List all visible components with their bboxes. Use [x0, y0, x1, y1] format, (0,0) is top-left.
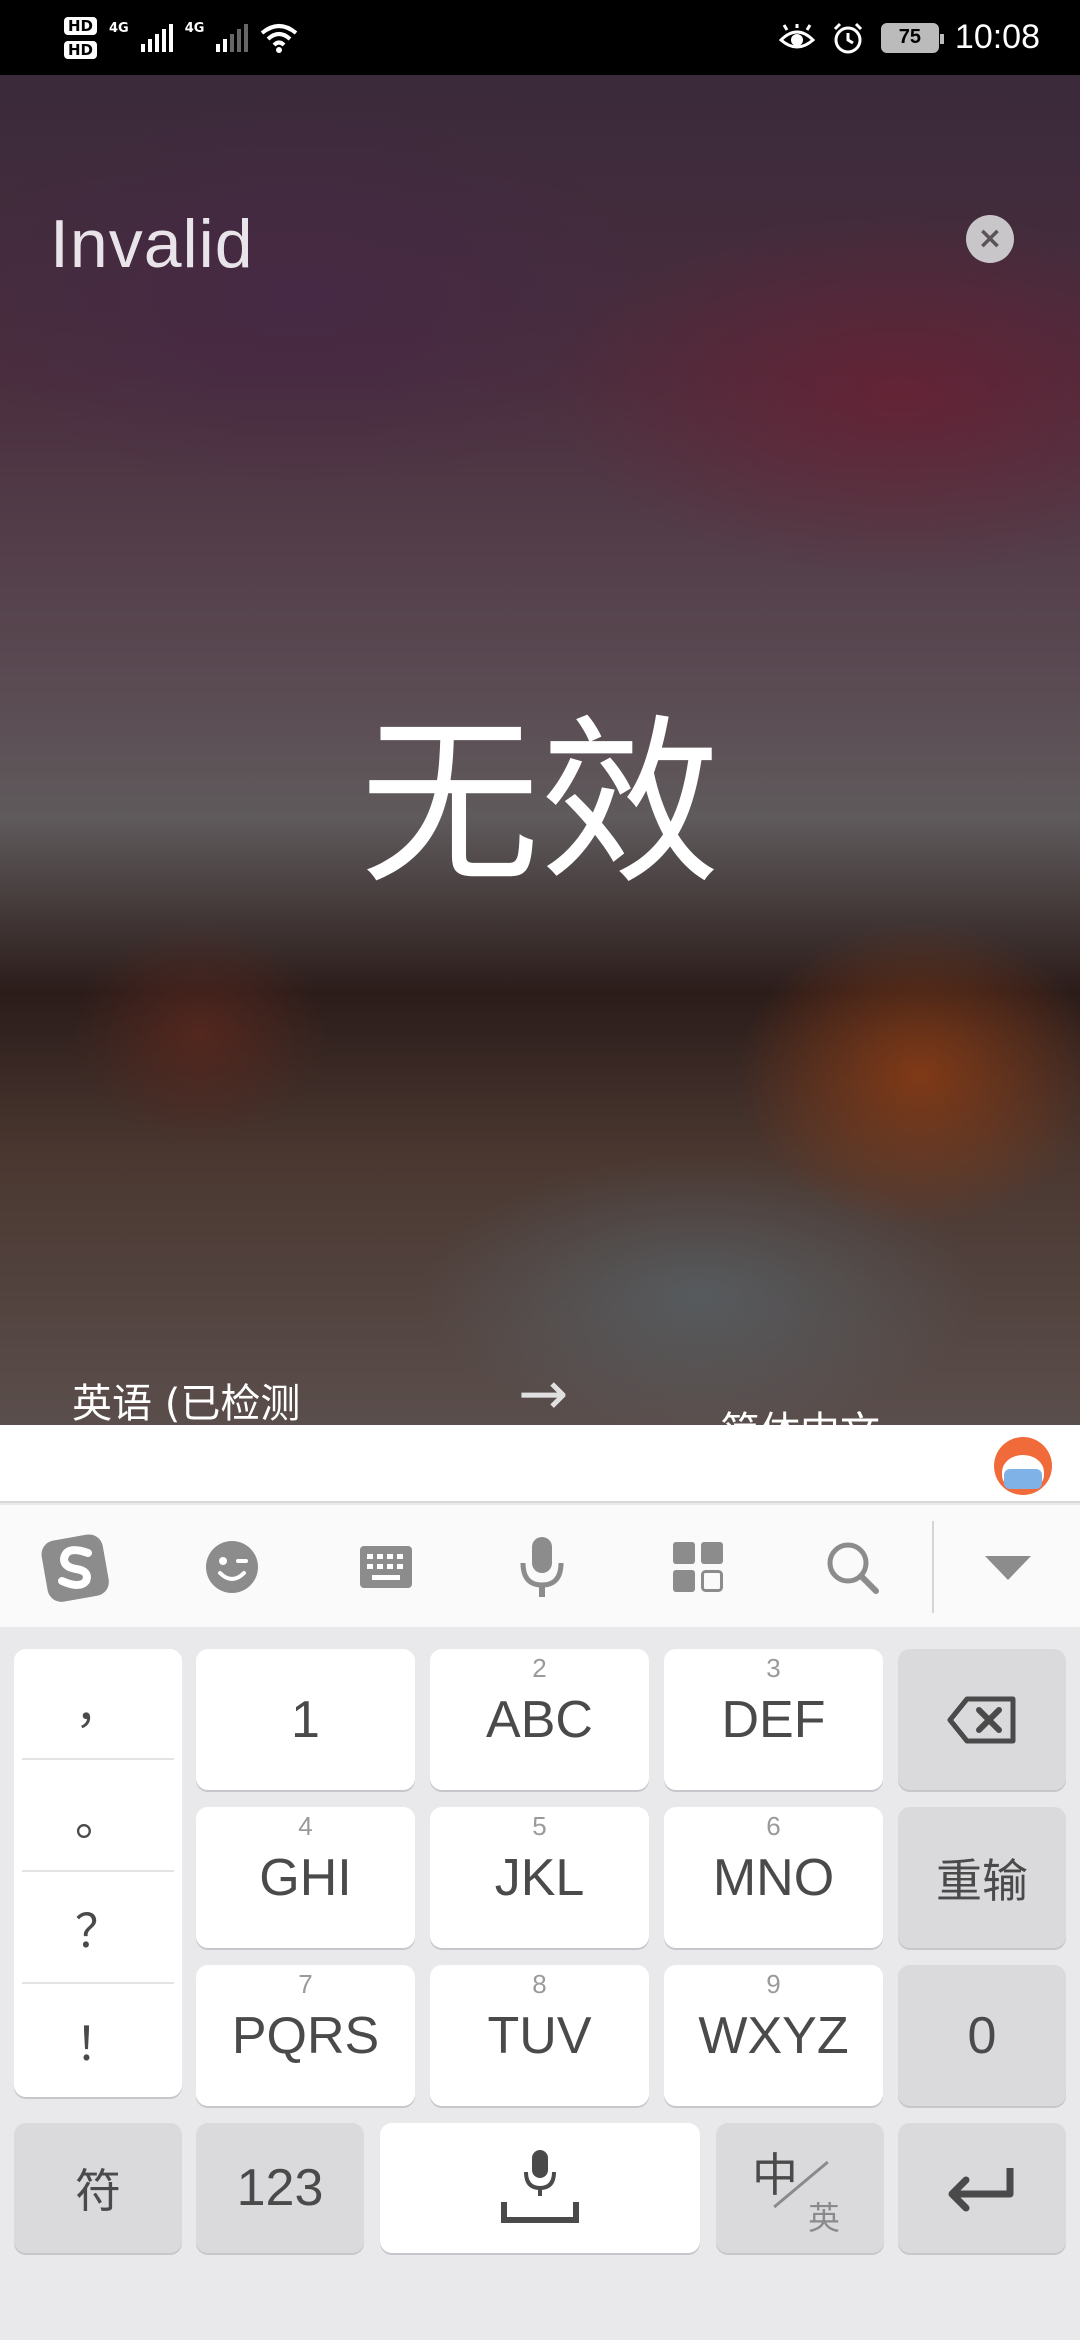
status-bar: HD HD 4G 4G 75 10:08 — [0, 0, 1080, 75]
microphone-icon[interactable] — [504, 1529, 580, 1605]
battery-icon: 75 — [880, 22, 944, 53]
sim1-signal-icon — [140, 24, 173, 52]
lang-switch-key[interactable]: 中 英 — [716, 2123, 884, 2253]
key-5-jkl[interactable]: 5 JKL — [430, 1807, 649, 1948]
translated-text: 无效 — [359, 700, 720, 909]
space-key[interactable] — [380, 2123, 700, 2253]
key-6-label: MNO — [712, 1848, 835, 1907]
symbol-key[interactable]: 符 — [14, 2123, 182, 2253]
key-9-label: WXYZ — [698, 2006, 849, 2065]
hd-badge-sim1: HD — [64, 17, 98, 35]
target-language-selector[interactable]: 简体中文 — [720, 1399, 880, 1425]
eye-comfort-icon — [778, 23, 815, 48]
alarm-icon — [833, 22, 862, 53]
key-4-digit: 4 — [298, 1811, 313, 1841]
sim1-network-type: 4G — [109, 20, 129, 36]
key-3-digit: 3 — [766, 1653, 781, 1683]
close-icon: × — [977, 221, 1003, 256]
toolbar-divider — [932, 1521, 934, 1613]
hd-badge-sim2: HD — [64, 41, 98, 59]
key-4-ghi[interactable]: 4 GHI — [196, 1807, 415, 1948]
key-0-label: 0 — [967, 2006, 997, 2065]
key-2-digit: 2 — [532, 1653, 547, 1683]
source-language-selector[interactable]: 英语 (已检测 — [72, 1371, 300, 1425]
space-voice-icon — [501, 2150, 579, 2223]
status-right-cluster: 75 10:08 — [778, 0, 1040, 75]
emoji-icon[interactable] — [194, 1529, 270, 1605]
key-8-digit: 8 — [532, 1969, 547, 1999]
enter-key[interactable] — [898, 2123, 1066, 2253]
numeric-key[interactable]: 123 — [196, 2123, 364, 2253]
sim2-network-type: 4G — [184, 20, 205, 36]
key-3-def[interactable]: 3 DEF — [664, 1649, 883, 1790]
key-8-label: TUV — [487, 2006, 592, 2065]
candidate-bar — [0, 1425, 1080, 1503]
sogou-logo-icon[interactable] — [38, 1529, 114, 1605]
key-8-tuv[interactable]: 8 TUV — [430, 1965, 649, 2106]
key-9-digit: 9 — [766, 1969, 781, 1999]
sim2-signal-icon — [216, 24, 249, 52]
search-icon[interactable] — [814, 1529, 890, 1605]
camera-translation-view: Invalid × 无效 英语 (已检测 → 简体中文 — [0, 75, 1080, 1425]
backspace-key[interactable] — [898, 1649, 1066, 1790]
language-selector-row: 英语 (已检测 → 简体中文 — [0, 1359, 1080, 1425]
source-text: Invalid — [50, 206, 254, 282]
status-left-cluster: HD HD 4G 4G — [64, 8, 298, 68]
key-7-pqrs[interactable]: 7 PQRS — [196, 1965, 415, 2106]
close-button[interactable]: × — [966, 215, 1014, 263]
symbol-label: 符 — [75, 2164, 121, 2218]
punctuation-column: ， 。 ？ ！ — [14, 1649, 182, 2097]
key-7-label: PQRS — [231, 2006, 380, 2065]
key-4-label: GHI — [259, 1848, 352, 1907]
key-6-mno[interactable]: 6 MNO — [664, 1807, 883, 1948]
battery-level: 75 — [898, 26, 922, 48]
key-1-label: 1 — [291, 1690, 320, 1749]
wifi-icon — [261, 24, 298, 53]
reinput-key[interactable]: 重输 — [898, 1807, 1066, 1948]
punct-question[interactable]: ？ — [22, 1873, 174, 1984]
punct-period[interactable]: 。 — [22, 1761, 174, 1872]
keyboard-toolbar — [0, 1505, 1080, 1627]
collapse-keyboard-icon[interactable] — [970, 1529, 1046, 1605]
clock: 10:08 — [954, 18, 1040, 56]
key-2-abc[interactable]: 2 ABC — [430, 1649, 649, 1790]
backspace-icon — [947, 1696, 1016, 1743]
enter-icon — [948, 2168, 1014, 2212]
lang-switch-main: 中 — [752, 2148, 798, 2202]
t9-keyboard: ， 。 ？ ！ 1 2 ABC 3 DEF 4 GHI 5 JKL 6 MNO … — [0, 1627, 1080, 2340]
key-7-digit: 7 — [298, 1969, 313, 1999]
keyboard-icon[interactable] — [348, 1529, 424, 1605]
key-2-label: ABC — [486, 1690, 593, 1749]
direction-arrow-icon: → — [518, 1359, 569, 1425]
mascot-icon[interactable] — [994, 1437, 1052, 1495]
key-5-label: JKL — [494, 1848, 585, 1907]
key-0[interactable]: 0 — [898, 1965, 1066, 2106]
lang-switch-sub: 英 — [808, 2199, 841, 2237]
punct-exclaim[interactable]: ！ — [22, 1985, 174, 2096]
numeric-label: 123 — [236, 2159, 324, 2217]
punct-comma[interactable]: ， — [22, 1649, 174, 1760]
key-3-label: DEF — [721, 1690, 826, 1749]
key-9-wxyz[interactable]: 9 WXYZ — [664, 1965, 883, 2106]
key-6-digit: 6 — [766, 1811, 781, 1841]
key-1[interactable]: 1 — [196, 1649, 415, 1790]
key-5-digit: 5 — [532, 1811, 547, 1841]
reinput-label: 重输 — [936, 1853, 1028, 1908]
apps-grid-icon[interactable] — [660, 1529, 736, 1605]
